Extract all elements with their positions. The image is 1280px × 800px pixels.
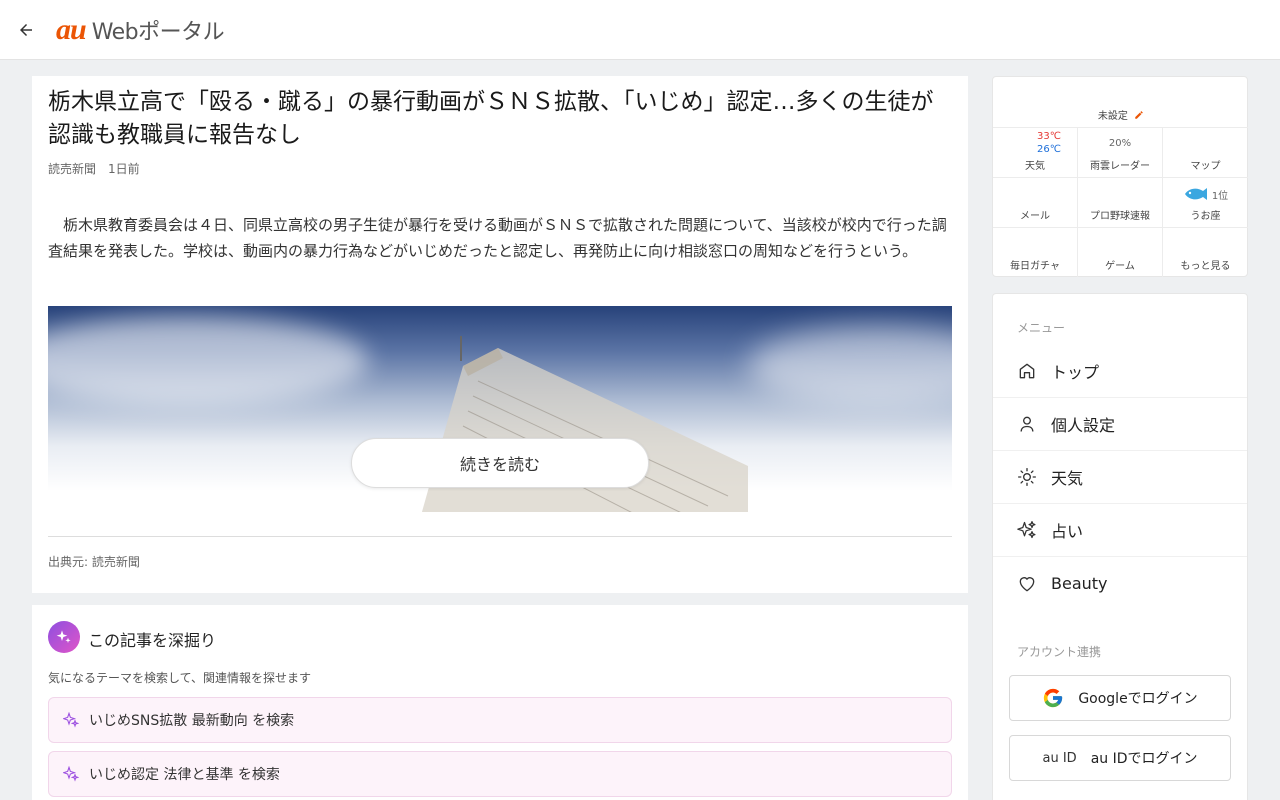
game-tile[interactable]: ゲーム — [1078, 227, 1163, 277]
temp-low: 26℃ — [1037, 144, 1061, 155]
article-publisher: 読売新聞 — [48, 162, 97, 176]
menu-item-settings[interactable]: 個人設定 — [993, 398, 1247, 451]
top-bar: au Webポータル — [0, 0, 1280, 60]
logo-brand: au — [56, 12, 87, 46]
rain-radar-label: 雨雲レーダー — [1090, 161, 1150, 172]
search-chip-label: いじめ認定 法律と基準 を検索 — [89, 767, 280, 783]
sun-icon — [1017, 467, 1037, 487]
home-icon — [1017, 361, 1037, 381]
sparkle-icon — [63, 712, 79, 728]
google-login-label: Googleでログイン — [1078, 691, 1198, 707]
divider — [48, 536, 952, 537]
article-lead: 栃木県教育委員会は４日、同県立高校の男子生徒が暴行を受ける動画がＳＮＳで拡散され… — [48, 216, 947, 260]
gacha-tile[interactable]: 毎日ガチャ — [993, 227, 1078, 277]
menu-item-label: 天気 — [1051, 469, 1084, 488]
article-time: 1日前 — [108, 162, 140, 176]
auid-logo-image: au ID — [1042, 750, 1077, 766]
arrow-left-icon — [20, 23, 32, 36]
menu-section-title: メニュー — [1017, 321, 1066, 335]
menu-item-label: 占い — [1051, 522, 1084, 541]
article-meta: 読売新聞 1日前 — [48, 160, 140, 177]
horoscope-label: うお座 — [1190, 211, 1221, 222]
horoscope-tile[interactable]: 1位 うお座 — [1163, 177, 1248, 227]
menu-item-label: トップ — [1051, 363, 1100, 382]
gacha-label: 毎日ガチャ — [1010, 261, 1060, 272]
sparkle-icon — [1017, 520, 1037, 540]
person-icon — [1017, 414, 1037, 434]
side-menu: メニュー トップ 個人設定 天気 占い Beauty アカウント連携 Googl… — [992, 293, 1248, 800]
mail-tile[interactable]: メール — [993, 177, 1078, 227]
game-label: ゲーム — [1105, 261, 1135, 272]
search-chip[interactable]: いじめSNS拡散 最新動向 を検索 — [48, 697, 952, 743]
weather-tile[interactable]: 33℃ 26℃ 天気 — [993, 127, 1078, 177]
horoscope-rank: 1位 — [1211, 190, 1229, 202]
more-tile[interactable]: もっと見る — [1163, 227, 1248, 277]
back-button[interactable] — [0, 0, 52, 60]
weather-label: 天気 — [1025, 161, 1045, 172]
menu-item-weather[interactable]: 天気 — [993, 451, 1247, 504]
google-login-button[interactable]: Googleでログイン — [1009, 675, 1231, 721]
location-label: 未設定 — [1097, 111, 1128, 122]
deepdive-description: 気になるテーマを検索して、関連情報を探せます — [48, 671, 312, 685]
quick-widget: 未設定 33℃ 26℃ 天気 20% 雨雲レーダー マップ メール プロ野球速報 — [992, 76, 1248, 277]
rain-radar-tile[interactable]: 20% 雨雲レーダー — [1078, 127, 1163, 177]
menu-item-label: Beauty — [1051, 574, 1108, 593]
more-label: もっと見る — [1180, 261, 1231, 272]
heart-icon — [1017, 574, 1037, 594]
article-card: 栃木県立高で「殴る・蹴る」の暴行動画がＳＮＳ拡散、「いじめ」認定…多くの生徒が認… — [32, 76, 968, 593]
search-chip-label: いじめSNS拡散 最新動向 を検索 — [89, 713, 295, 729]
auid-login-label: au IDでログイン — [1090, 751, 1198, 767]
baseball-label: プロ野球速報 — [1090, 211, 1150, 222]
temp-high: 33℃ — [1037, 131, 1061, 142]
menu-item-beauty[interactable]: Beauty — [993, 557, 1247, 610]
location-setting[interactable]: 未設定 — [993, 107, 1249, 122]
article-source: 出典元: 読売新聞 — [48, 555, 140, 569]
fish-icon — [1184, 188, 1207, 200]
article-hero-image: 続きを読む — [48, 306, 952, 512]
menu-item-top[interactable]: トップ — [993, 345, 1247, 398]
menu-item-fortune[interactable]: 占い — [993, 504, 1247, 557]
account-section-title: アカウント連携 — [1017, 645, 1102, 659]
menu-item-label: 個人設定 — [1051, 416, 1116, 435]
baseball-tile[interactable]: プロ野球速報 — [1078, 177, 1163, 227]
sparkle-badge-icon — [48, 621, 80, 653]
google-icon — [1044, 688, 1063, 708]
search-chip[interactable]: いじめ認定 法律と基準 を検索 — [48, 751, 952, 797]
read-more-button[interactable]: 続きを読む — [351, 438, 649, 488]
site-logo[interactable]: au Webポータル — [52, 0, 225, 60]
deepdive-card: この記事を深掘り 気になるテーマを検索して、関連情報を探せます いじめSNS拡散… — [32, 605, 968, 800]
logo-text: Webポータル — [91, 19, 225, 45]
pencil-icon — [1135, 111, 1143, 119]
map-tile[interactable]: マップ — [1163, 127, 1248, 177]
rain-value: 20% — [1108, 138, 1132, 149]
mail-label: メール — [1020, 211, 1050, 222]
article-title: 栃木県立高で「殴る・蹴る」の暴行動画がＳＮＳ拡散、「いじめ」認定…多くの生徒が認… — [48, 89, 934, 148]
sparkle-icon — [63, 766, 79, 782]
auid-login-button[interactable]: au ID au IDでログイン — [1009, 735, 1231, 781]
deepdive-title: この記事を深掘り — [88, 631, 217, 650]
map-label: マップ — [1190, 161, 1221, 172]
